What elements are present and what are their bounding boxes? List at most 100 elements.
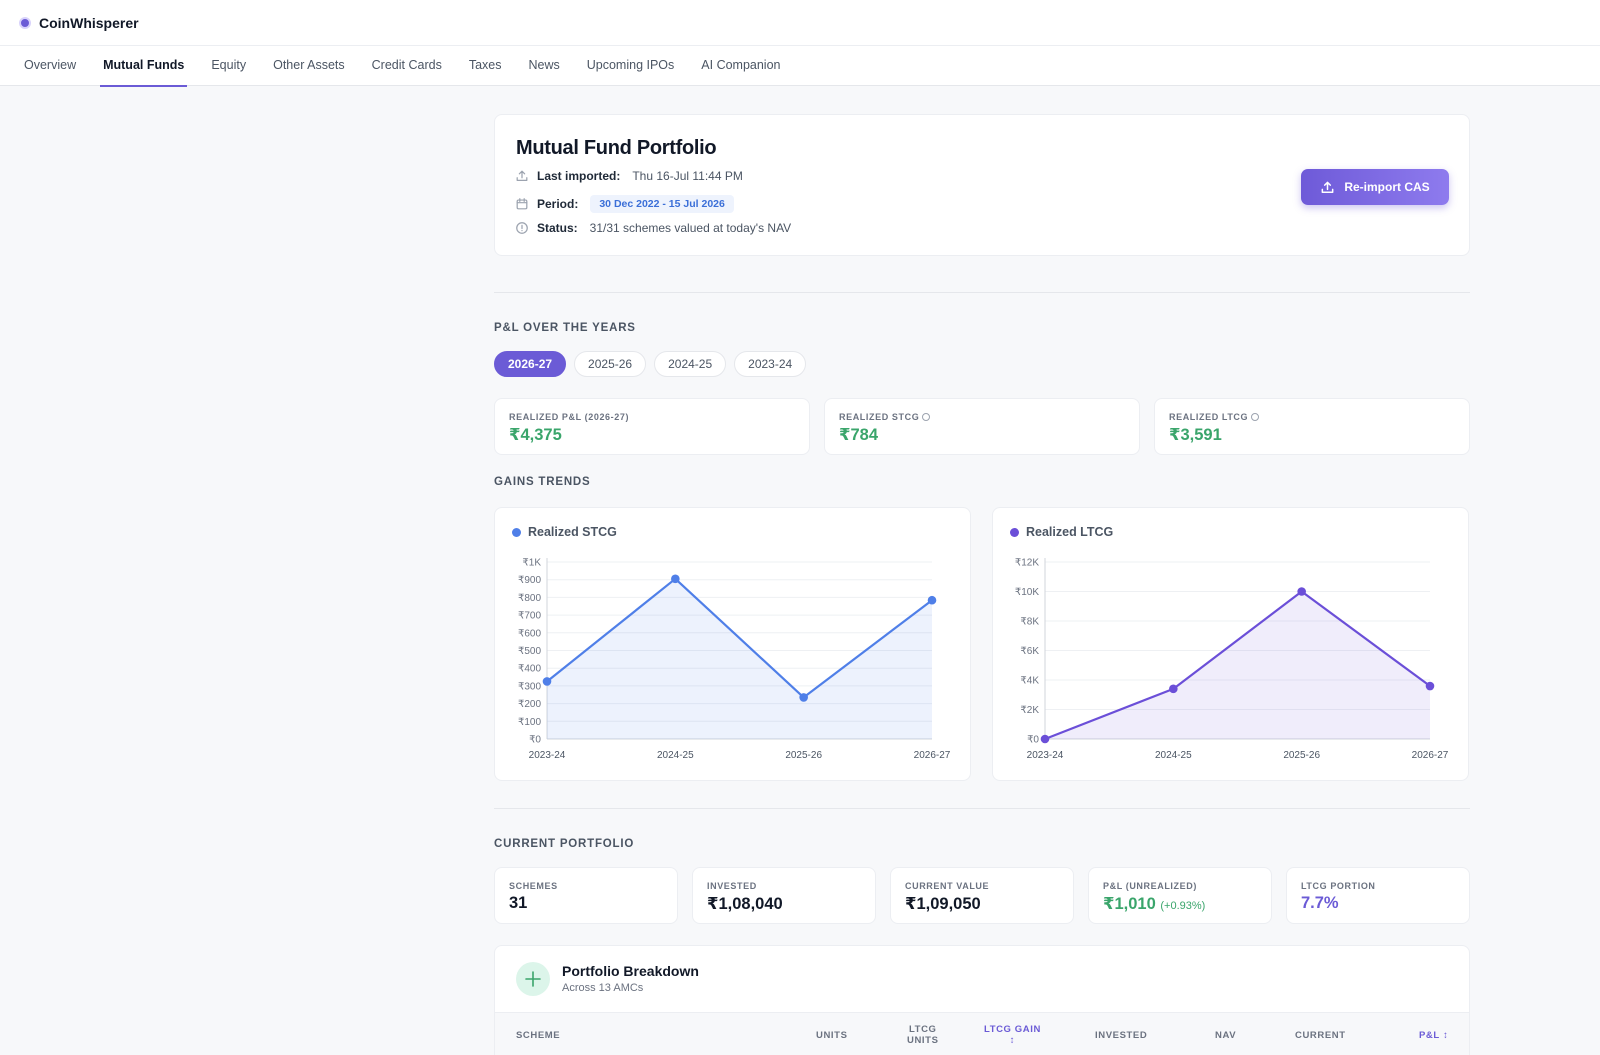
section-divider bbox=[494, 808, 1470, 809]
realized-ltcg-value: ₹3,591 bbox=[1169, 426, 1222, 444]
top-bar: CoinWhisperer bbox=[0, 0, 1600, 46]
y-tick-label: ₹0 bbox=[1027, 735, 1039, 746]
brand-name[interactable]: CoinWhisperer bbox=[39, 15, 139, 31]
status-label: Status: bbox=[537, 221, 578, 235]
ltcg-chart: ₹0 ₹2K ₹4K ₹6K ₹8K ₹10K ₹12K 2023-24 2024-25 2025… bbox=[1015, 558, 1449, 762]
info-icon[interactable] bbox=[1251, 413, 1260, 421]
last-imported-value: Thu 16-Jul 11:44 PM bbox=[632, 169, 743, 183]
column-header-nav[interactable]: NAV bbox=[1215, 1013, 1236, 1055]
period-label: Period: bbox=[537, 197, 579, 211]
data-point bbox=[799, 693, 808, 702]
expand-breakdown-button[interactable] bbox=[516, 962, 550, 996]
tab-upcoming-ipos[interactable]: Upcoming IPOs bbox=[587, 46, 675, 86]
year-pill-2024-25[interactable]: 2024-25 bbox=[654, 351, 727, 377]
year-selector: 2026-27 2025-26 2024-25 2023-24 bbox=[494, 351, 814, 377]
calendar-icon bbox=[516, 198, 528, 210]
ltcg-portion-label: LTCG PORTION bbox=[1301, 881, 1376, 891]
last-imported-label: Last imported: bbox=[537, 169, 621, 183]
tab-news[interactable]: News bbox=[528, 46, 559, 86]
column-header-scheme[interactable]: SCHEME bbox=[516, 1013, 560, 1055]
breakdown-table-header: SCHEME UNITS LTCG UNITS LTCG GAIN ↕ INVEST… bbox=[495, 1012, 1469, 1055]
ltcg-portion-value: 7.7% bbox=[1301, 894, 1339, 912]
x-tick-label: 2025-26 bbox=[785, 750, 822, 761]
unrealized-pnl-percent: (+0.93%) bbox=[1160, 900, 1206, 912]
year-pill-2026-27[interactable]: 2026-27 bbox=[494, 351, 567, 377]
y-tick-label: ₹12K bbox=[1015, 558, 1039, 569]
portfolio-header-card: Mutual Fund Portfolio Last imported: Thu… bbox=[494, 114, 1470, 256]
ltcg-portion-card: LTCG PORTION 7.7% bbox=[1286, 867, 1470, 924]
x-tick-label: 2023-24 bbox=[1027, 750, 1064, 761]
realized-stcg-label: REALIZED STCG bbox=[839, 412, 931, 422]
year-pill-2025-26[interactable]: 2025-26 bbox=[574, 351, 647, 377]
realized-stcg-value: ₹784 bbox=[839, 426, 879, 444]
column-header-pnl[interactable]: P&L ↕ bbox=[1419, 1013, 1448, 1055]
x-tick-label: 2024-25 bbox=[1155, 750, 1192, 761]
data-point bbox=[671, 574, 680, 584]
x-tick-label: 2023-24 bbox=[529, 750, 566, 761]
y-tick-label: ₹2K bbox=[1020, 705, 1039, 716]
main-nav-tabs: Overview Mutual Funds Equity Other Asset… bbox=[0, 46, 1600, 87]
info-icon[interactable] bbox=[922, 413, 931, 421]
gains-trends-title: GAINS TRENDS bbox=[494, 476, 591, 488]
x-tick-label: 2025-26 bbox=[1283, 750, 1320, 761]
section-divider bbox=[494, 292, 1470, 293]
stcg-chart-card: Realized STCG ₹0 ₹100 ₹200 ₹300 ₹400 ₹500 ₹600… bbox=[494, 507, 971, 781]
info-circle-icon bbox=[516, 222, 528, 234]
invested-card: INVESTED ₹1,08,040 bbox=[692, 867, 876, 924]
y-tick-label: ₹700 bbox=[518, 611, 541, 622]
x-tick-label: 2026-27 bbox=[1412, 750, 1449, 761]
pnl-section-title: P&L OVER THE YEARS bbox=[494, 322, 636, 334]
data-point bbox=[1425, 681, 1435, 691]
schemes-label: SCHEMES bbox=[509, 881, 558, 891]
y-tick-label: ₹6K bbox=[1020, 646, 1039, 657]
stcg-chart: ₹0 ₹100 ₹200 ₹300 ₹400 ₹500 ₹600 ₹700 ₹800 ₹900 ₹1… bbox=[518, 558, 951, 762]
brand-logo-icon bbox=[19, 16, 31, 29]
y-tick-label: ₹100 bbox=[518, 717, 541, 728]
column-header-invested[interactable]: INVESTED bbox=[1095, 1013, 1147, 1055]
series-area bbox=[547, 578, 932, 739]
current-value-label: CURRENT VALUE bbox=[905, 881, 990, 891]
status-row: Status: 31/31 schemes valued at today's … bbox=[515, 221, 791, 235]
year-pill-2023-24[interactable]: 2023-24 bbox=[734, 351, 807, 377]
tab-overview[interactable]: Overview bbox=[24, 46, 76, 86]
y-tick-label: ₹400 bbox=[518, 664, 541, 675]
column-header-units[interactable]: UNITS bbox=[816, 1013, 848, 1055]
tab-credit-cards[interactable]: Credit Cards bbox=[372, 46, 442, 86]
period-badge: 30 Dec 2022 - 15 Jul 2026 bbox=[590, 195, 734, 213]
y-tick-label: ₹300 bbox=[518, 681, 541, 692]
tab-taxes[interactable]: Taxes bbox=[469, 46, 502, 86]
tab-other-assets[interactable]: Other Assets bbox=[273, 46, 345, 86]
breakdown-title: Portfolio Breakdown bbox=[562, 963, 699, 979]
column-header-ltcg-gain[interactable]: LTCG GAIN ↕ bbox=[984, 1013, 1041, 1055]
sort-icon: ↕ bbox=[1443, 1029, 1449, 1041]
y-tick-label: ₹8K bbox=[1020, 617, 1039, 628]
tab-mutual-funds[interactable]: Mutual Funds bbox=[100, 46, 188, 87]
x-tick-label: 2026-27 bbox=[914, 750, 951, 761]
current-value-value: ₹1,09,050 bbox=[905, 895, 981, 913]
realized-pnl-label: REALIZED P&L (2026-27) bbox=[509, 412, 630, 422]
y-tick-label: ₹200 bbox=[518, 699, 541, 710]
column-header-current[interactable]: CURRENT bbox=[1295, 1013, 1346, 1055]
invested-value: ₹1,08,040 bbox=[707, 895, 783, 913]
schemes-value: 31 bbox=[509, 894, 528, 912]
y-tick-label: ₹1K bbox=[522, 558, 541, 569]
reimport-cas-label: Re-import CAS bbox=[1344, 180, 1430, 194]
breakdown-subtitle: Across 13 AMCs bbox=[562, 982, 644, 994]
data-point bbox=[927, 595, 937, 605]
y-tick-label: ₹600 bbox=[518, 628, 541, 639]
data-point bbox=[1297, 587, 1306, 596]
schemes-card: SCHEMES 31 bbox=[494, 867, 678, 924]
unrealized-pnl-value: ₹1,010 (+0.93%) bbox=[1103, 895, 1206, 913]
y-tick-label: ₹500 bbox=[518, 646, 541, 657]
unrealized-pnl-card: P&L (UNREALIZED) ₹1,010 (+0.93%) bbox=[1088, 867, 1272, 924]
ltcg-chart-card: Realized LTCG ₹0 ₹2K ₹4K ₹6K ₹8K ₹10K ₹12K 2023… bbox=[992, 507, 1469, 781]
realized-pnl-value: ₹4,375 bbox=[509, 426, 562, 444]
x-tick-label: 2024-25 bbox=[657, 750, 694, 761]
tab-ai-companion[interactable]: AI Companion bbox=[701, 46, 780, 86]
column-header-ltcg-units[interactable]: LTCG UNITS bbox=[907, 1013, 939, 1055]
sort-icon: ↕ bbox=[1009, 1035, 1016, 1046]
portfolio-breakdown-card: Portfolio Breakdown Across 13 AMCs SCHEM… bbox=[494, 945, 1470, 1055]
tab-equity[interactable]: Equity bbox=[211, 46, 246, 86]
reimport-cas-button[interactable]: Re-import CAS bbox=[1301, 169, 1449, 205]
period-row: Period: 30 Dec 2022 - 15 Jul 2026 bbox=[515, 195, 734, 213]
